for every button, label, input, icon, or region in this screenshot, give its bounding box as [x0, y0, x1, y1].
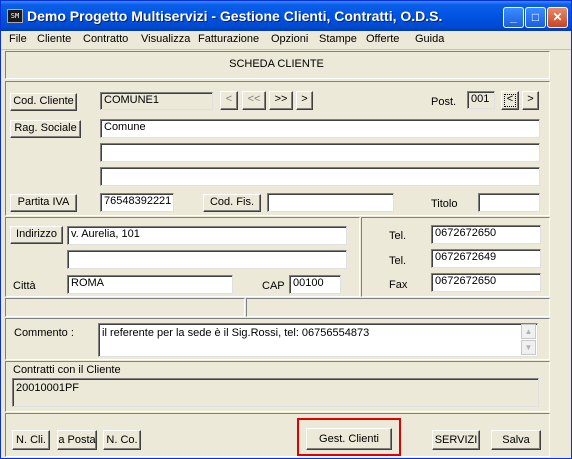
- post-field[interactable]: 001: [467, 91, 495, 109]
- cap-label: CAP: [262, 280, 285, 292]
- tel2-label: Tel.: [389, 255, 407, 267]
- chevron-left-icon: <: [506, 93, 514, 105]
- maximize-button[interactable]: □: [525, 7, 546, 28]
- spacer-panel-right: [246, 298, 550, 317]
- a-posta-button[interactable]: a Posta: [57, 430, 97, 450]
- title-bar[interactable]: SM Demo Progetto Multiservizi - Gestione…: [1, 1, 571, 31]
- menu-visualizza[interactable]: Visualizza: [141, 33, 190, 45]
- cod-fis-button[interactable]: Cod. Fis.: [203, 194, 261, 212]
- menu-opzioni[interactable]: Opzioni: [271, 33, 308, 45]
- window-title: Demo Progetto Multiservizi - Gestione Cl…: [27, 8, 443, 24]
- nav-first-button[interactable]: <<: [242, 91, 266, 110]
- scroll-down-button[interactable]: ▼: [521, 340, 536, 355]
- menu-guida[interactable]: Guida: [415, 33, 444, 45]
- contratti-list[interactable]: 20010001PF: [12, 378, 539, 407]
- partita-iva-field[interactable]: 76548392221: [100, 193, 174, 212]
- citta-label: Città: [13, 280, 36, 292]
- arrow-up-icon: ▲: [524, 327, 533, 336]
- servizi-button[interactable]: SERVIZI: [432, 430, 480, 450]
- menu-contratto[interactable]: Contratto: [83, 33, 128, 45]
- minimize-button[interactable]: _: [503, 7, 524, 28]
- rag-sociale-field-1[interactable]: Comune: [100, 119, 540, 138]
- app-icon: SM: [7, 9, 23, 23]
- n-cli-button[interactable]: N. Cli.: [12, 430, 50, 450]
- close-button[interactable]: ✕: [547, 7, 568, 28]
- menu-stampe[interactable]: Stampe: [319, 33, 357, 45]
- menu-file[interactable]: File: [9, 33, 27, 45]
- tel1-field[interactable]: 0672672650: [431, 225, 541, 244]
- cod-cliente-field[interactable]: COMUNE1: [100, 92, 213, 110]
- cod-fis-field[interactable]: [267, 193, 394, 212]
- rag-sociale-button[interactable]: Rag. Sociale: [10, 120, 81, 138]
- arrow-down-icon: ▼: [524, 343, 533, 352]
- menu-fatturazione[interactable]: Fatturazione: [198, 33, 259, 45]
- citta-field[interactable]: ROMA: [67, 275, 233, 294]
- menu-bar: File Cliente Contratto Visualizza Fattur…: [1, 31, 571, 50]
- fax-field[interactable]: 0672672650: [431, 273, 541, 292]
- tel1-label: Tel.: [389, 230, 407, 242]
- indirizzo-field-1[interactable]: v. Aurelia, 101: [67, 226, 347, 245]
- titolo-field[interactable]: [478, 193, 540, 212]
- commento-label: Commento :: [14, 327, 74, 339]
- titolo-label: Titolo: [431, 198, 458, 210]
- partita-iva-button[interactable]: Partita IVA: [10, 194, 77, 212]
- rag-sociale-field-2[interactable]: [100, 143, 540, 162]
- highlight-box: [297, 418, 401, 456]
- scroll-up-button[interactable]: ▲: [521, 324, 536, 339]
- contratto-item[interactable]: 20010001PF: [16, 382, 79, 394]
- tel2-field[interactable]: 0672672649: [431, 249, 541, 268]
- rag-sociale-field-3[interactable]: [100, 167, 540, 186]
- n-co-button[interactable]: N. Co.: [103, 430, 141, 450]
- post-next-button[interactable]: >: [522, 91, 539, 110]
- contratti-label: Contratti con il Cliente: [13, 364, 121, 376]
- commento-textarea[interactable]: il referente per la sede è il Sig.Rossi,…: [98, 323, 538, 357]
- post-label: Post.: [431, 96, 457, 108]
- main-window: SM Demo Progetto Multiservizi - Gestione…: [0, 0, 572, 459]
- nav-last-button[interactable]: >>: [269, 91, 293, 110]
- post-prev-button[interactable]: <: [501, 91, 519, 110]
- nav-next-button[interactable]: >: [296, 91, 313, 110]
- nav-prev-button[interactable]: <: [220, 91, 238, 110]
- indirizzo-field-2[interactable]: [67, 250, 347, 269]
- menu-offerte[interactable]: Offerte: [366, 33, 399, 45]
- page-title: SCHEDA CLIENTE: [229, 58, 324, 70]
- header-panel: SCHEDA CLIENTE: [5, 51, 550, 79]
- spacer-panel-left: [5, 298, 245, 317]
- cod-cliente-button[interactable]: Cod. Cliente: [10, 93, 77, 111]
- salva-button[interactable]: Salva: [491, 430, 541, 450]
- menu-cliente[interactable]: Cliente: [37, 33, 71, 45]
- indirizzo-button[interactable]: Indirizzo: [10, 226, 63, 244]
- fax-label: Fax: [389, 279, 408, 291]
- cap-field[interactable]: 00100: [289, 275, 341, 294]
